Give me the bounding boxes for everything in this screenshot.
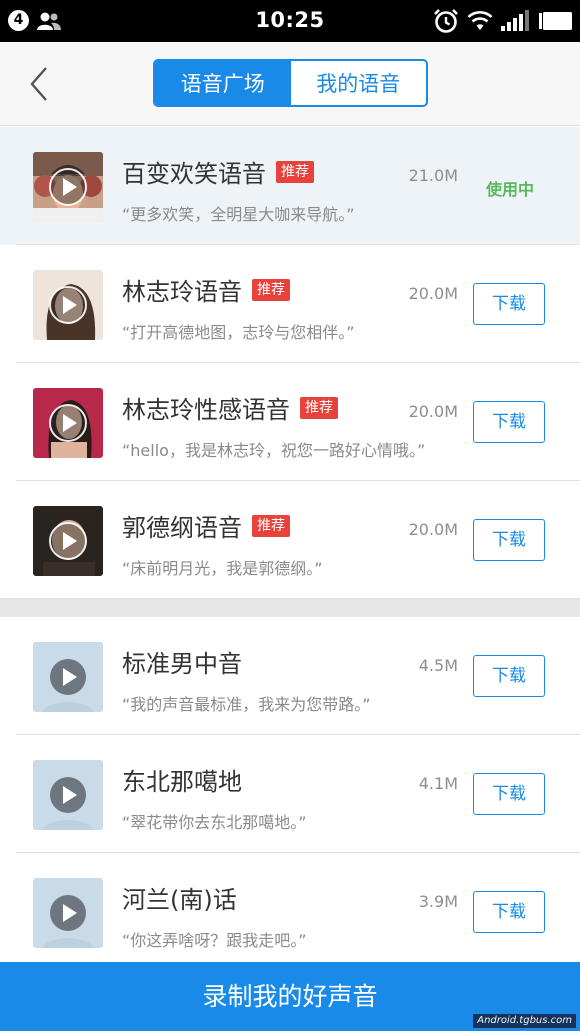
voice-title: 郭德纲语音 [122, 514, 242, 542]
recommended-badge: 推荐 [300, 396, 338, 419]
file-size: 4.1M [418, 774, 458, 793]
list-item[interactable]: 林志玲语音 推荐 “打开高德地图，志玲与您相伴。” 20.0M 下载 [0, 245, 580, 363]
default-avatar-icon [33, 760, 103, 830]
voice-description: “床前明月光，我是郭德纲。” [122, 559, 323, 578]
voice-thumbnail [33, 506, 103, 576]
list-item[interactable]: 郭德纲语音 推荐 “床前明月光，我是郭德纲。” 20.0M 下载 [0, 481, 580, 599]
recommended-badge: 推荐 [252, 278, 290, 301]
voice-thumbnail [33, 152, 103, 222]
voice-description: “我的声音最标准，我来为您带路。” [122, 695, 371, 714]
voice-title: 林志玲语音 [122, 278, 242, 306]
file-size: 20.0M [408, 402, 458, 421]
battery-icon [539, 12, 572, 30]
portrait-avatar-icon [33, 270, 103, 340]
download-button[interactable]: 下载 [473, 283, 545, 325]
recommended-badge: 推荐 [252, 514, 290, 537]
section-separator [0, 599, 580, 617]
file-size: 3.9M [418, 892, 458, 911]
voice-tab-switcher: 语音广场 我的语音 [153, 59, 428, 107]
voice-title: 东北那噶地 [122, 768, 242, 796]
voice-description: “翠花带你去东北那噶地。” [122, 813, 307, 832]
back-arrow-icon[interactable] [26, 64, 54, 104]
voice-title: 百变欢笑语音 [122, 160, 266, 188]
download-button[interactable]: 下载 [473, 655, 545, 697]
voice-list: 百变欢笑语音 推荐 “更多欢笑，全明星大咖来导航。” 21.0M 使用中 林志玲… [0, 127, 580, 971]
list-item[interactable]: 百变欢笑语音 推荐 “更多欢笑，全明星大咖来导航。” 21.0M 使用中 [0, 127, 580, 245]
voice-description: “你这弄啥呀？跟我走吧。” [122, 931, 307, 950]
voice-thumbnail [33, 270, 103, 340]
file-size: 20.0M [408, 520, 458, 539]
list-item[interactable]: 河兰(南)话 “你这弄啥呀？跟我走吧。” 3.9M 下载 [0, 853, 580, 971]
recommended-badge: 推荐 [276, 160, 314, 183]
voice-thumbnail [33, 642, 103, 712]
download-button[interactable]: 下载 [473, 519, 545, 561]
voice-description: “hello，我是林志玲，祝您一路好心情哦。” [122, 441, 426, 460]
download-button[interactable]: 下载 [473, 773, 545, 815]
voice-description: “更多欢笑，全明星大咖来导航。” [122, 205, 355, 224]
default-avatar-icon [33, 878, 103, 948]
voice-thumbnail [33, 878, 103, 948]
tab-voice-square[interactable]: 语音广场 [155, 61, 291, 105]
portrait-avatar-icon [33, 152, 103, 222]
voice-title: 标准男中音 [122, 650, 242, 678]
voice-thumbnail [33, 388, 103, 458]
signal-strength-icon [501, 10, 529, 31]
voice-description: “打开高德地图，志玲与您相伴。” [122, 323, 355, 342]
tab-my-voices[interactable]: 我的语音 [291, 61, 427, 105]
download-button[interactable]: 下载 [473, 891, 545, 933]
list-item[interactable]: 林志玲性感语音 推荐 “hello，我是林志玲，祝您一路好心情哦。” 20.0M… [0, 363, 580, 481]
portrait-avatar-icon [33, 388, 103, 458]
file-size: 20.0M [408, 284, 458, 303]
default-avatar-icon [33, 642, 103, 712]
status-bar: 4 10:25 [0, 0, 580, 42]
list-item[interactable]: 标准男中音 “我的声音最标准，我来为您带路。” 4.5M 下载 [0, 617, 580, 735]
in-use-status: 使用中 [485, 180, 534, 199]
watermark: Android.tgbus.com [473, 1014, 576, 1028]
alarm-icon [434, 9, 458, 33]
header: 语音广场 我的语音 [0, 42, 580, 126]
divider [0, 598, 580, 599]
download-button[interactable]: 下载 [473, 401, 545, 443]
voice-title: 林志玲性感语音 [122, 396, 290, 424]
portrait-avatar-icon [33, 506, 103, 576]
voice-title: 河兰(南)话 [122, 886, 237, 914]
file-size: 21.0M [408, 166, 458, 185]
file-size: 4.5M [418, 656, 458, 675]
voice-thumbnail [33, 760, 103, 830]
list-item[interactable]: 东北那噶地 “翠花带你去东北那噶地。” 4.1M 下载 [0, 735, 580, 853]
wifi-icon [467, 11, 493, 30]
